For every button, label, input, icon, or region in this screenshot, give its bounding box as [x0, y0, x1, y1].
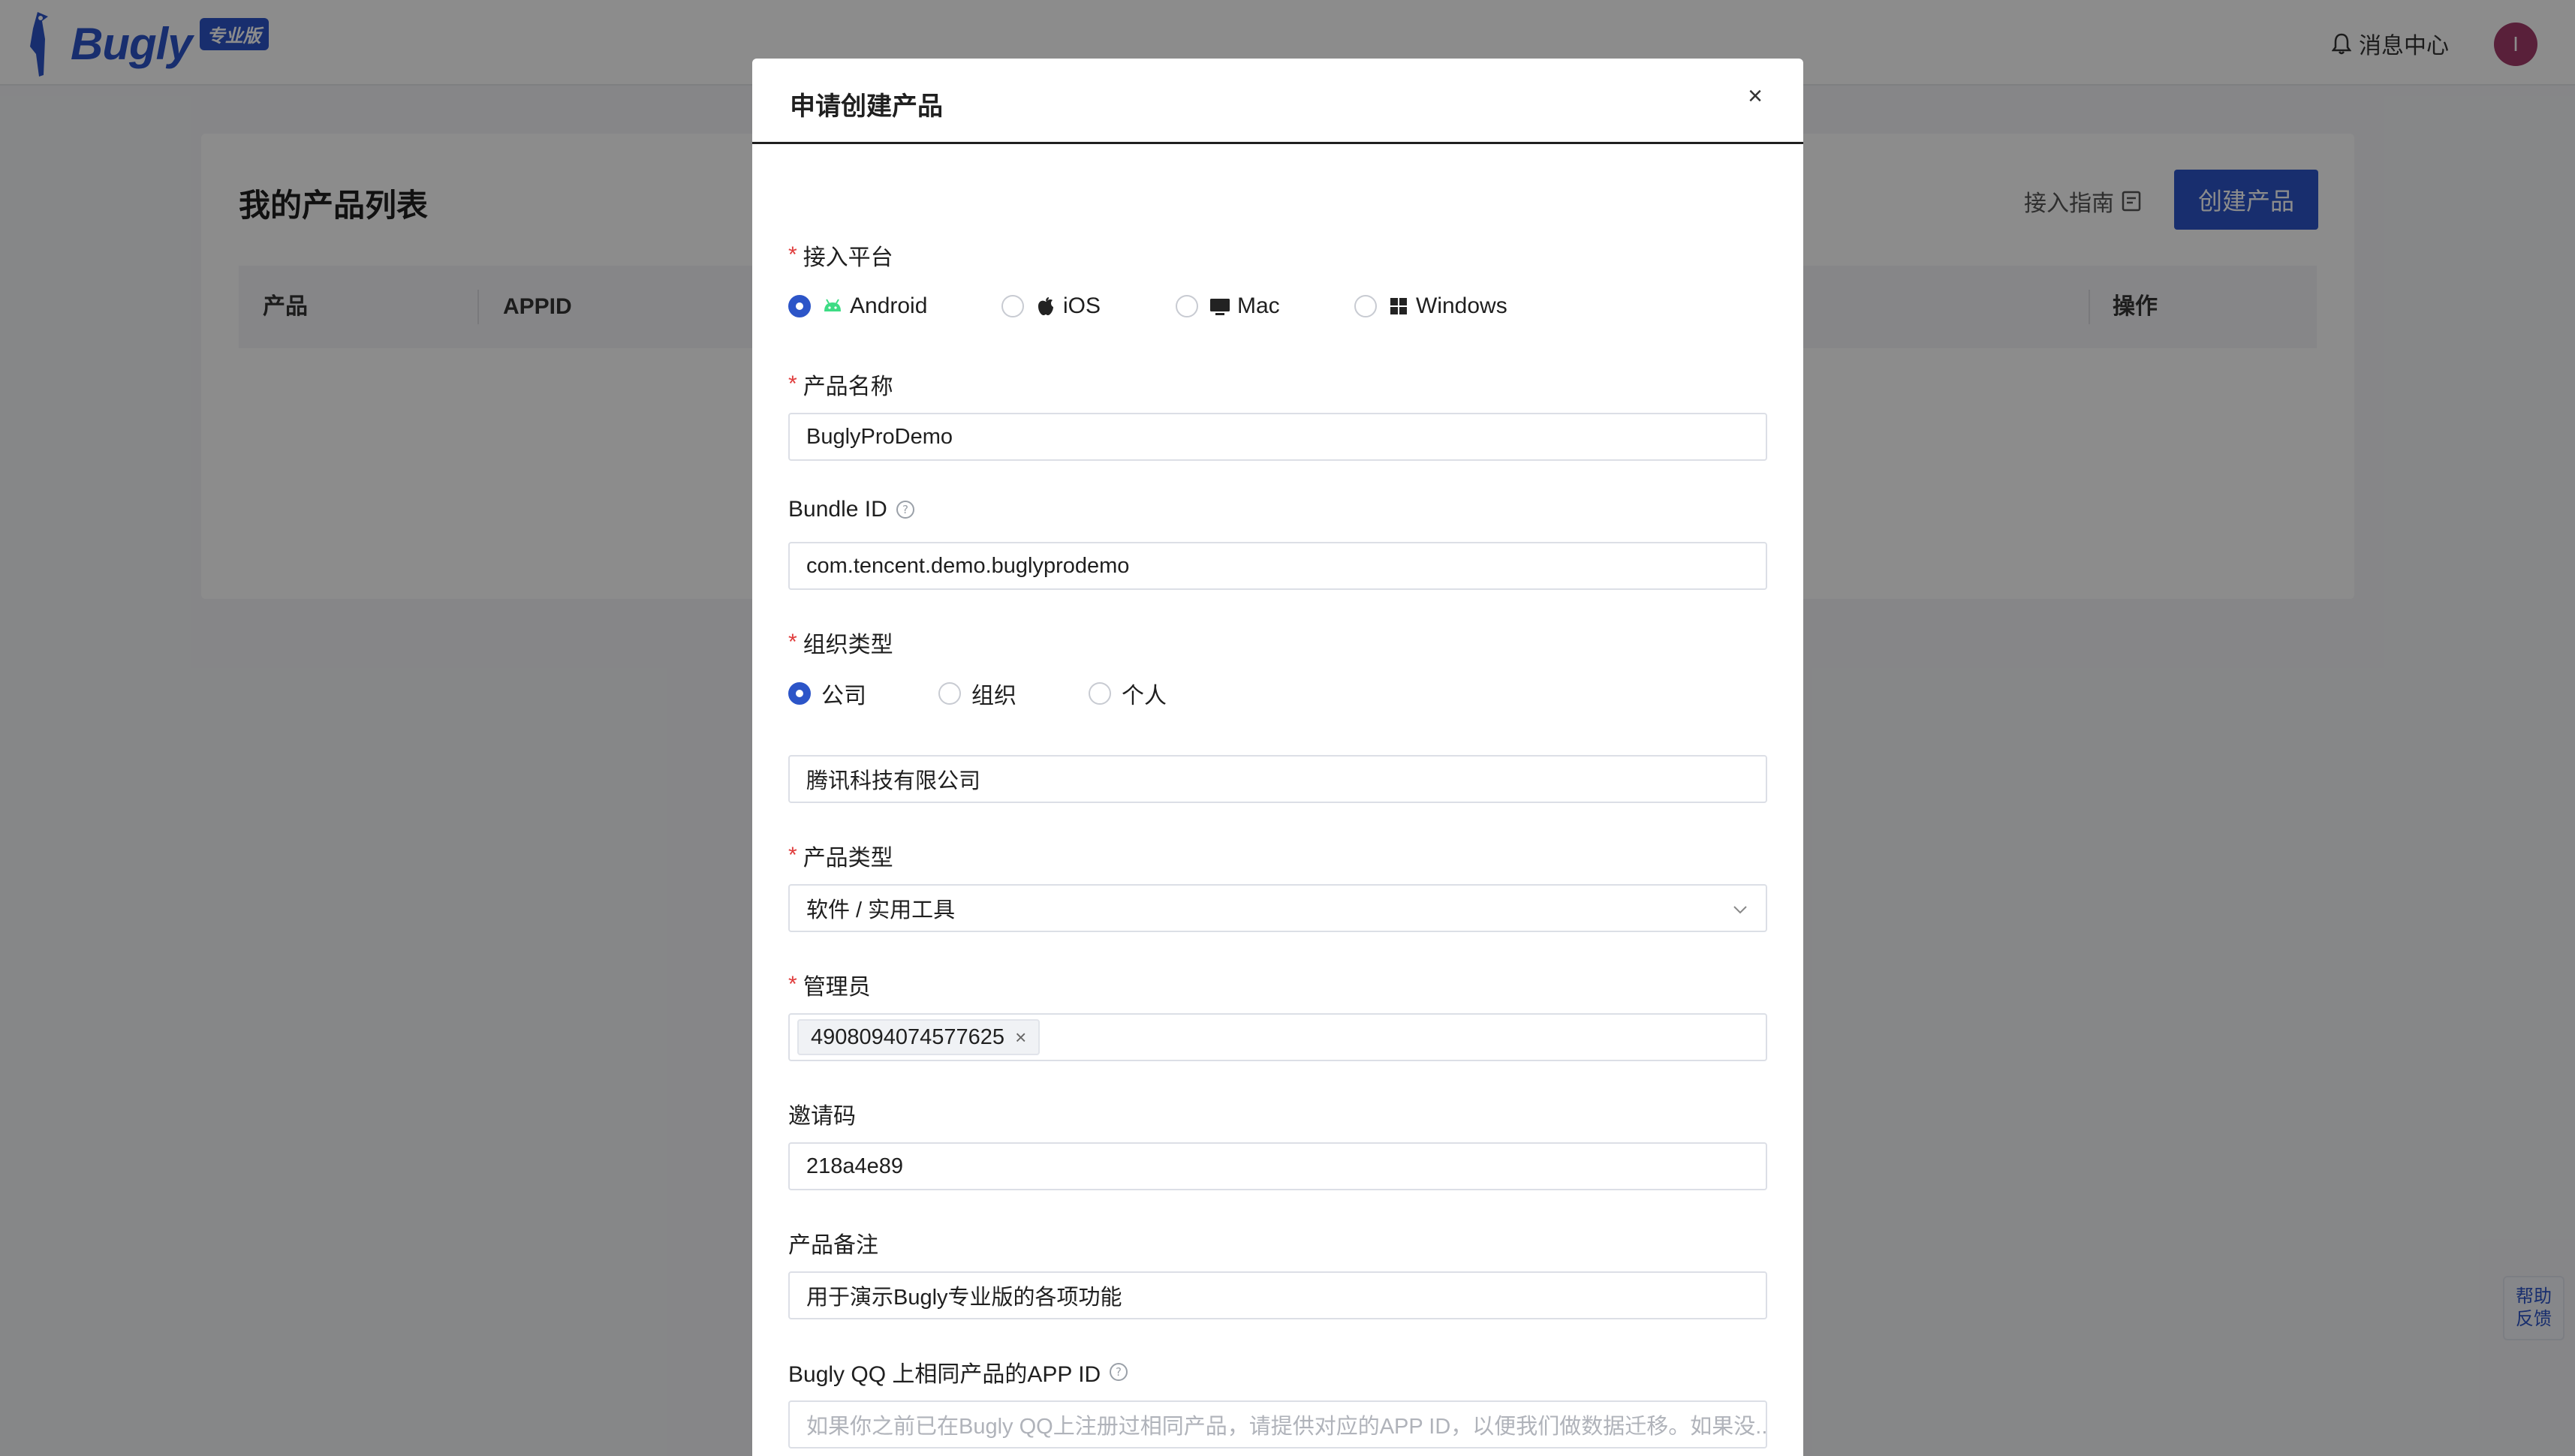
- product-name-input[interactable]: BuglyProDemo: [788, 413, 1767, 461]
- org-type-label-text: 组织类型: [803, 633, 893, 657]
- chevron-down-icon: [1733, 906, 1747, 914]
- svg-text:?: ?: [1116, 1365, 1122, 1379]
- product-type-label-text: 产品类型: [803, 846, 893, 871]
- product-name-label-text: 产品名称: [803, 375, 893, 399]
- question-circle-icon[interactable]: ?: [1108, 1361, 1129, 1382]
- windows-icon: [1390, 298, 1407, 314]
- org-type-option-company[interactable]: 公司: [788, 677, 866, 710]
- required-asterisk: *: [788, 843, 797, 868]
- org-type-option-individual[interactable]: 个人: [1089, 677, 1167, 710]
- required-asterisk: *: [788, 372, 797, 396]
- org-type-label: * 组织类型: [788, 626, 893, 659]
- radio-unchecked[interactable]: [1089, 682, 1111, 705]
- invite-code-label: 邀请码: [788, 1097, 856, 1130]
- product-note-input[interactable]: 用于演示Bugly专业版的各项功能: [788, 1271, 1767, 1319]
- product-note-label-text: 产品备注: [788, 1233, 878, 1258]
- product-type-label: * 产品类型: [788, 839, 893, 872]
- question-circle-icon[interactable]: ?: [895, 499, 916, 520]
- radio-checked[interactable]: [788, 682, 811, 705]
- admin-label-text: 管理员: [803, 975, 871, 1000]
- platform-option-mac[interactable]: Mac: [1176, 290, 1280, 323]
- product-type-select[interactable]: 软件 / 实用工具: [788, 884, 1767, 932]
- platform-option-label: Android: [850, 293, 928, 318]
- required-asterisk: *: [788, 972, 797, 997]
- dialog-title: 申请创建产品: [790, 92, 943, 121]
- company-name-input[interactable]: 腾讯科技有限公司: [788, 755, 1767, 803]
- invite-code-input[interactable]: 218a4e89: [788, 1142, 1767, 1190]
- qq-app-id-input[interactable]: 如果你之前已在Bugly QQ上注册过相同产品，请提供对应的APP ID，以便我…: [788, 1400, 1767, 1448]
- required-asterisk: *: [788, 630, 797, 654]
- dialog-header: 申请创建产品 ×: [752, 59, 1803, 144]
- qq-app-id-label: Bugly QQ 上相同产品的APP ID ?: [788, 1355, 1129, 1388]
- close-icon[interactable]: ×: [1015, 1026, 1026, 1049]
- org-type-option-label: 个人: [1122, 684, 1167, 708]
- platform-option-label: Mac: [1237, 293, 1280, 318]
- product-name-label: * 产品名称: [788, 368, 893, 401]
- platform-option-label: Windows: [1416, 293, 1507, 318]
- admin-tag: 4908094074577625 ×: [797, 1019, 1041, 1055]
- bundle-id-label-text: Bundle ID: [788, 497, 887, 522]
- create-product-dialog: 申请创建产品 × * 接入平台 Android iOS Mac Windows …: [752, 59, 1803, 1456]
- product-note-label: 产品备注: [788, 1226, 878, 1259]
- org-type-radio-group: 公司 组织 个人: [788, 677, 1767, 710]
- platform-label-text: 接入平台: [803, 245, 893, 270]
- platform-option-windows[interactable]: Windows: [1354, 290, 1507, 323]
- platform-radio-group: Android iOS Mac Windows: [788, 290, 1767, 323]
- platform-option-ios[interactable]: iOS: [1001, 290, 1101, 323]
- bundle-id-label: Bundle ID ?: [788, 497, 916, 522]
- radio-unchecked[interactable]: [1176, 295, 1198, 317]
- required-asterisk: *: [788, 242, 797, 267]
- android-icon: [824, 299, 841, 311]
- radio-unchecked[interactable]: [938, 682, 961, 705]
- svg-text:?: ?: [902, 503, 908, 516]
- radio-checked[interactable]: [788, 295, 811, 317]
- radio-unchecked[interactable]: [1001, 295, 1024, 317]
- platform-label: * 接入平台: [788, 239, 893, 272]
- org-type-option-organization[interactable]: 组织: [938, 677, 1016, 710]
- radio-unchecked[interactable]: [1354, 295, 1377, 317]
- monitor-icon: [1210, 299, 1230, 315]
- platform-option-label: iOS: [1063, 293, 1101, 318]
- platform-option-android[interactable]: Android: [788, 290, 927, 323]
- invite-code-label-text: 邀请码: [788, 1104, 856, 1129]
- qq-app-id-label-text: Bugly QQ 上相同产品的APP ID: [788, 1362, 1101, 1387]
- product-type-selected-value: 软件 / 实用工具: [806, 898, 956, 922]
- org-type-option-label: 组织: [971, 684, 1016, 708]
- admin-label: * 管理员: [788, 968, 871, 1001]
- bundle-id-input[interactable]: com.tencent.demo.buglyprodemo: [788, 542, 1767, 590]
- admin-tag-label: 4908094074577625: [811, 1024, 1005, 1049]
- org-type-option-label: 公司: [821, 684, 866, 708]
- close-icon[interactable]: ×: [1740, 81, 1770, 111]
- admin-multiselect[interactable]: 4908094074577625 ×: [788, 1013, 1767, 1061]
- apple-icon: [1038, 297, 1053, 315]
